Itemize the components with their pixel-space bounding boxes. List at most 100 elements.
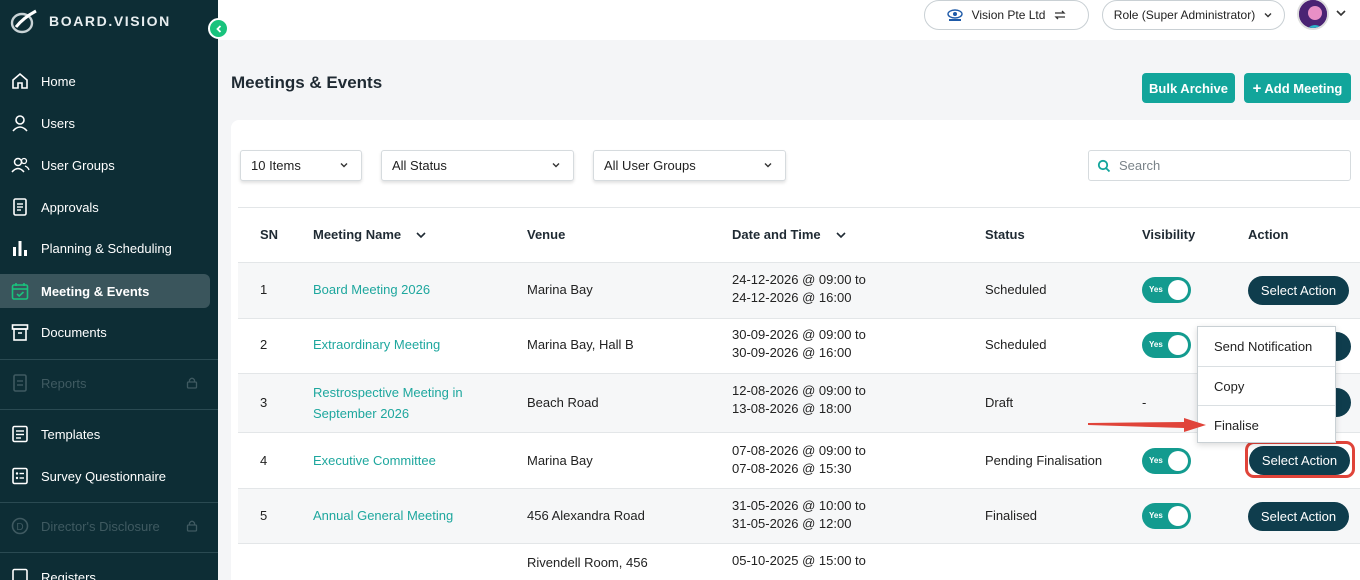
user-groups-filter-value: All User Groups: [604, 158, 696, 173]
row-venue: Rivendell Room, 456: [527, 555, 648, 570]
table-divider: [238, 488, 1360, 489]
column-header-label: Meeting Name: [313, 227, 402, 242]
role-selector[interactable]: Role (Super Administrator): [1102, 0, 1285, 30]
toggle-label: Yes: [1149, 340, 1163, 349]
plus-icon: +: [1252, 79, 1262, 97]
sidebar-item-reports: Reports: [0, 366, 218, 400]
user-groups-filter-select[interactable]: All User Groups: [593, 150, 786, 181]
page-title: Meetings & Events: [231, 73, 383, 92]
sidebar-item-approvals[interactable]: Approvals: [0, 190, 218, 224]
meeting-name-link[interactable]: Executive Committee: [313, 450, 436, 471]
sidebar-item-planning-scheduling[interactable]: Planning & Scheduling: [0, 231, 218, 265]
disclosure-icon: D: [10, 516, 30, 536]
sidebar-item-label: Reports: [41, 375, 87, 391]
bar-chart-icon: [10, 238, 30, 258]
survey-icon: [10, 466, 30, 486]
toggle-label: Yes: [1149, 285, 1163, 294]
meeting-name-link[interactable]: Annual General Meeting: [313, 505, 453, 526]
organization-switcher[interactable]: Vision Pte Ltd: [924, 0, 1089, 30]
sidebar-item-label: Planning & Scheduling: [41, 240, 172, 256]
sidebar-item-documents[interactable]: Documents: [0, 315, 218, 349]
search-box[interactable]: [1088, 150, 1351, 181]
sidebar-item-templates[interactable]: Templates: [0, 417, 218, 451]
sidebar-divider: [0, 502, 218, 503]
meeting-name-link[interactable]: Restrospective Meeting in September 2026: [313, 382, 493, 424]
highlight-box: [1245, 441, 1355, 478]
column-header-visibility: Visibility: [1142, 227, 1196, 242]
register-icon: [10, 567, 30, 580]
row-date-start: 07-08-2026 @ 09:00 to: [732, 443, 866, 458]
select-action-button[interactable]: Select Action: [1248, 276, 1349, 305]
board-vision-logo-icon: [10, 9, 37, 34]
brand-name: BOARD.VISION: [49, 13, 171, 29]
row-visibility: -: [1142, 395, 1147, 410]
lock-icon: [186, 376, 198, 392]
sidebar-item-label: Templates: [41, 426, 101, 442]
menu-item-finalise[interactable]: Finalise: [1198, 406, 1335, 445]
row-status: Pending Finalisation: [985, 453, 1103, 468]
calendar-check-icon: [10, 281, 30, 301]
meeting-name-link[interactable]: Extraordinary Meeting: [313, 334, 440, 355]
column-header-action: Action: [1248, 227, 1289, 242]
sidebar-item-meeting-events[interactable]: Meeting & Events: [0, 274, 210, 308]
menu-item-send-notification[interactable]: Send Notification: [1198, 327, 1335, 366]
sidebar-item-survey-questionnaire[interactable]: Survey Questionnaire: [0, 459, 218, 493]
users-icon: [10, 155, 30, 175]
sidebar-divider: [0, 552, 218, 553]
add-meeting-label: Add Meeting: [1264, 80, 1343, 96]
column-header-meeting-name[interactable]: Meeting Name: [313, 227, 427, 242]
status-filter-select[interactable]: All Status: [381, 150, 574, 181]
sidebar-item-label: Users: [41, 115, 75, 131]
organization-name: Vision Pte Ltd: [971, 8, 1046, 22]
visibility-toggle[interactable]: Yes: [1142, 503, 1191, 529]
table-divider: [238, 207, 1360, 208]
visibility-toggle[interactable]: Yes: [1142, 332, 1191, 358]
annotation-arrow-icon: [1088, 418, 1206, 432]
row-date-end: 07-08-2026 @ 15:30: [732, 461, 852, 476]
row-status: Scheduled: [985, 282, 1047, 297]
chevron-down-icon: [552, 163, 560, 168]
sidebar: BOARD.VISION Home Users User Groups Appr…: [0, 0, 218, 580]
chevron-down-icon[interactable]: [1335, 8, 1347, 18]
sidebar-item-registers[interactable]: Registers: [0, 560, 218, 580]
items-per-page-select[interactable]: 10 Items: [240, 150, 362, 181]
collapse-sidebar-button[interactable]: [208, 18, 229, 39]
sidebar-item-users[interactable]: Users: [0, 106, 218, 140]
row-venue: Marina Bay: [527, 282, 593, 297]
menu-item-copy[interactable]: Copy: [1198, 367, 1335, 406]
template-icon: [10, 424, 30, 444]
visibility-toggle[interactable]: Yes: [1142, 448, 1191, 474]
report-icon: [10, 373, 30, 393]
table-divider: [238, 318, 1360, 319]
sidebar-item-home[interactable]: Home: [0, 64, 218, 98]
home-icon: [10, 71, 30, 91]
chevron-down-icon: [764, 163, 772, 168]
row-date-end: 13-08-2026 @ 18:00: [732, 401, 852, 416]
toggle-label: Yes: [1149, 456, 1163, 465]
table-divider: [238, 262, 1360, 263]
user-icon: [10, 113, 30, 133]
document-icon: [10, 197, 30, 217]
sidebar-item-user-groups[interactable]: User Groups: [0, 148, 218, 182]
row-status: Scheduled: [985, 337, 1047, 352]
row-date-end: 24-12-2026 @ 16:00: [732, 290, 852, 305]
select-action-button[interactable]: Select Action: [1248, 502, 1349, 531]
row-status: Draft: [985, 395, 1014, 410]
search-input[interactable]: [1119, 158, 1339, 173]
switch-icon: [1054, 10, 1066, 20]
row-venue: 456 Alexandra Road: [527, 508, 645, 523]
sidebar-item-label: Registers: [41, 569, 96, 580]
sidebar-divider: [0, 409, 218, 410]
visibility-toggle[interactable]: Yes: [1142, 277, 1191, 303]
brand[interactable]: BOARD.VISION: [10, 8, 171, 34]
sidebar-item-label: Meeting & Events: [41, 283, 150, 299]
row-date-start: 24-12-2026 @ 09:00 to: [732, 272, 866, 287]
bulk-archive-button[interactable]: Bulk Archive: [1142, 73, 1235, 103]
archive-icon: [10, 322, 30, 342]
column-header-date-time[interactable]: Date and Time: [732, 227, 847, 242]
row-venue: Marina Bay, Hall B: [527, 337, 634, 352]
add-meeting-button[interactable]: + Add Meeting: [1244, 73, 1351, 103]
toggle-knob: [1168, 335, 1188, 355]
meeting-name-link[interactable]: Board Meeting 2026: [313, 279, 430, 300]
role-label: Role (Super Administrator): [1113, 8, 1256, 22]
